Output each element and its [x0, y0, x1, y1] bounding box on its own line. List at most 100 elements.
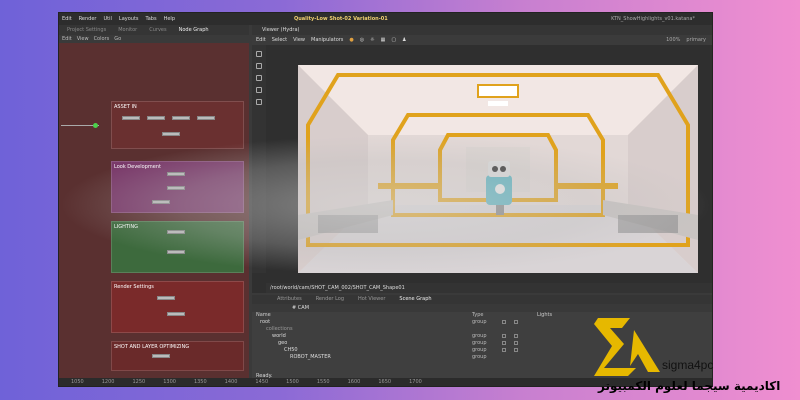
menu-bar: Edit Render Util Layouts Tabs Help Quali… [59, 13, 712, 25]
row-name: world [272, 333, 286, 339]
sigma-logo [594, 318, 660, 376]
globe-icon[interactable]: ◎ [360, 37, 364, 43]
light-icon[interactable]: ☼ [370, 37, 374, 43]
academy-name: اكاديمية سيجما لعلوم الكمبيوتر [598, 379, 781, 393]
row-type: group [472, 319, 487, 325]
viewer-menu-select[interactable]: Select [272, 37, 287, 43]
visibility-checkbox[interactable] [502, 334, 506, 338]
node-graph-panel: Project Settings Monitor Curves Node Gra… [59, 25, 249, 380]
graph-menu-edit[interactable]: Edit [62, 35, 72, 43]
window-title: Quality-Low Shot-02 Variation-01 [294, 16, 388, 22]
light-tool-icon[interactable] [256, 99, 262, 105]
graph-slider-knob[interactable] [93, 123, 98, 128]
graph-menu-view[interactable]: View [77, 35, 89, 43]
lock-checkbox[interactable] [514, 348, 518, 352]
graph-node[interactable] [167, 230, 185, 234]
timeline-tick: 1350 [193, 379, 207, 385]
timeline-tick: 1250 [132, 379, 146, 385]
timeline-tick: 1600 [347, 379, 361, 385]
row-name: CH50 [284, 347, 298, 353]
shading-icon[interactable]: ● [349, 37, 353, 43]
graph-node[interactable] [167, 250, 185, 254]
viewer-menu-manipulators[interactable]: Manipulators [311, 37, 343, 43]
scene-tabs: Attributes Render Log Hot Viewer Scene G… [252, 295, 712, 304]
brand-name: sigma4pc [662, 358, 714, 372]
viewer-toolbar: Edit Select View Manipulators ● ◎ ☼ ▦ ▢ … [252, 35, 712, 45]
visibility-checkbox[interactable] [502, 320, 506, 324]
left-panel-tabs: Project Settings Monitor Curves Node Gra… [59, 25, 249, 35]
backdrop-render-settings[interactable]: Render Settings [111, 281, 244, 333]
visibility-checkbox[interactable] [502, 348, 506, 352]
render-view[interactable] [298, 65, 698, 273]
backdrop-asset-in[interactable]: ASSET IN [111, 101, 244, 149]
camera-select[interactable]: primary [686, 37, 706, 43]
tab-project-settings[interactable]: Project Settings [67, 25, 106, 35]
grid-icon[interactable]: ▦ [381, 37, 386, 43]
viewer-menu-edit[interactable]: Edit [256, 37, 266, 43]
lock-checkbox[interactable] [514, 320, 518, 324]
graph-menu-colors[interactable]: Colors [94, 35, 110, 43]
timeline-tick: 1400 [224, 379, 238, 385]
backdrop-title: Look Development [114, 164, 161, 170]
timeline-tick: 1050 [71, 379, 84, 385]
menu-util[interactable]: Util [104, 16, 112, 22]
tab-scene-graph[interactable]: Scene Graph [399, 295, 431, 304]
backdrop-shot-layer[interactable]: SHOT AND LAYER OPTIMIZING [111, 341, 244, 371]
camera-path[interactable]: /root/world/cam/SHOT_CAM_002/SHOT_CAM_Sh… [266, 283, 712, 293]
header-lights[interactable]: Lights [537, 312, 552, 319]
tab-node-graph[interactable]: Node Graph [179, 25, 209, 35]
tab-curves[interactable]: Curves [149, 25, 166, 35]
visibility-checkbox[interactable] [502, 341, 506, 345]
graph-node[interactable] [172, 116, 190, 120]
graph-node[interactable] [167, 172, 185, 176]
zoom-level[interactable]: 100% [666, 37, 680, 43]
menu-tabs[interactable]: Tabs [146, 16, 157, 22]
tab-attributes[interactable]: Attributes [277, 295, 302, 304]
frame-icon[interactable]: ▢ [391, 37, 396, 43]
menu-help[interactable]: Help [164, 16, 175, 22]
graph-node[interactable] [152, 354, 170, 358]
graph-node[interactable] [162, 132, 180, 136]
tab-render-log[interactable]: Render Log [316, 295, 344, 304]
move-tool-icon[interactable] [256, 63, 262, 69]
tab-hot-viewer[interactable]: Hot Viewer [358, 295, 385, 304]
header-type[interactable]: Type [472, 312, 483, 319]
scale-tool-icon[interactable] [256, 87, 262, 93]
timeline-tick: 1200 [101, 379, 115, 385]
menu-layouts[interactable]: Layouts [119, 16, 139, 22]
graph-node[interactable] [197, 116, 215, 120]
timeline-tick: 1300 [163, 379, 176, 385]
graph-node[interactable] [167, 312, 185, 316]
lock-checkbox[interactable] [514, 334, 518, 338]
viewer-tab[interactable]: Viewer (Hydra) [252, 25, 712, 35]
menu-render[interactable]: Render [79, 16, 97, 22]
select-tool-icon[interactable] [256, 51, 262, 57]
node-graph-canvas[interactable]: ASSET IN Look Development LIGHTING Rende… [59, 43, 249, 380]
graph-node[interactable] [167, 186, 185, 190]
node-graph-menu: Edit View Colors Go [59, 35, 249, 43]
row-type: group [472, 333, 487, 339]
row-type: group [472, 347, 487, 353]
tab-monitor[interactable]: Monitor [118, 25, 137, 35]
graph-node[interactable] [147, 116, 165, 120]
timeline-tick: 1550 [316, 379, 330, 385]
row-type: group [472, 354, 487, 360]
viewer-menu-view[interactable]: View [293, 37, 305, 43]
backdrop-title: SHOT AND LAYER OPTIMIZING [114, 344, 190, 350]
graph-menu-go[interactable]: Go [114, 35, 121, 43]
backdrop-lighting[interactable]: LIGHTING [111, 221, 244, 273]
row-name: collections [266, 326, 293, 332]
graph-node[interactable] [152, 200, 170, 204]
row-name: geo [278, 340, 288, 346]
header-name[interactable]: Name [256, 312, 271, 319]
row-name: root [260, 319, 271, 325]
backdrop-look-development[interactable]: Look Development [111, 161, 244, 213]
graph-node[interactable] [157, 296, 175, 300]
user-icon[interactable]: ♟ [402, 37, 406, 43]
graph-node[interactable] [122, 116, 140, 120]
backdrop-title: Render Settings [114, 284, 154, 290]
lock-checkbox[interactable] [514, 341, 518, 345]
timeline-tick: 1700 [409, 379, 422, 385]
rotate-tool-icon[interactable] [256, 75, 262, 81]
menu-edit[interactable]: Edit [62, 16, 72, 22]
